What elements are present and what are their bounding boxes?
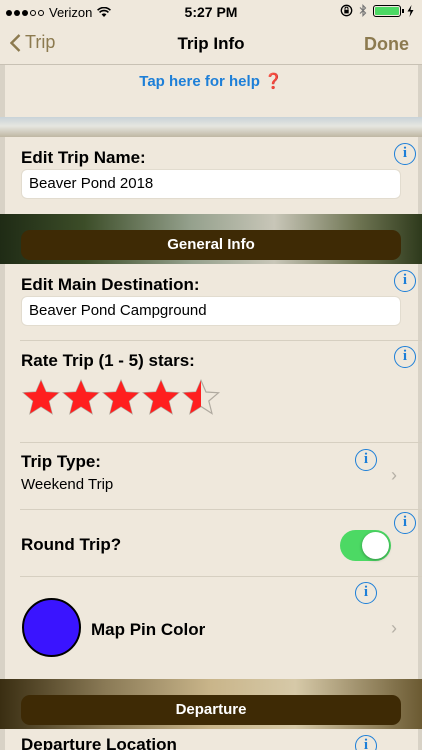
divider <box>20 340 422 341</box>
done-button[interactable]: Done <box>364 34 409 55</box>
destination-field[interactable]: Beaver Pond Campground <box>21 296 401 326</box>
round-trip-label: Round Trip? <box>21 535 122 554</box>
right-edge <box>418 65 422 750</box>
help-link-text: Tap here for help <box>139 73 260 90</box>
departure-header: Departure <box>21 695 401 725</box>
details-section <box>5 264 418 748</box>
map-pin-label: Map Pin Color <box>91 620 206 639</box>
scenic-banner <box>0 117 422 137</box>
trip-info-screen: Verizon 5:27 PM Trip Trip Info Done Tap … <box>0 0 422 750</box>
round-trip-info-icon[interactable]: i <box>394 512 416 534</box>
rotation-lock-icon <box>340 4 353 17</box>
round-trip-toggle[interactable] <box>340 530 391 561</box>
star-icon[interactable] <box>61 379 101 417</box>
divider <box>20 442 422 443</box>
star-icon[interactable] <box>141 379 181 417</box>
trip-type-label: Trip Type: <box>21 452 101 471</box>
bluetooth-icon <box>359 4 367 17</box>
star-rating[interactable] <box>21 379 221 417</box>
star-icon[interactable] <box>101 379 141 417</box>
help-link[interactable]: Tap here for help ❓ <box>0 72 422 90</box>
trip-type-value: Weekend Trip <box>21 476 114 493</box>
departure-info-icon[interactable]: i <box>355 735 377 750</box>
trip-name-info-icon[interactable]: i <box>394 143 416 165</box>
map-pin-color-swatch[interactable] <box>22 598 81 657</box>
star-icon[interactable] <box>181 379 221 417</box>
trip-type-chevron-icon[interactable]: › <box>391 465 397 486</box>
status-bar: Verizon 5:27 PM <box>0 0 422 24</box>
charging-icon <box>407 4 414 17</box>
departure-location-label: Departure Location <box>21 735 177 750</box>
battery-icon <box>373 4 404 17</box>
divider <box>20 509 422 510</box>
trip-name-field[interactable]: Beaver Pond 2018 <box>21 169 401 199</box>
toggle-knob <box>362 532 389 559</box>
trip-name-label: Edit Trip Name: <box>21 148 146 167</box>
rating-label: Rate Trip (1 - 5) stars: <box>21 351 195 370</box>
page-title: Trip Info <box>177 34 245 53</box>
divider <box>20 576 422 577</box>
destination-info-icon[interactable]: i <box>394 270 416 292</box>
map-pin-chevron-icon[interactable]: › <box>391 618 397 639</box>
map-pin-info-icon[interactable]: i <box>355 582 377 604</box>
general-info-header: General Info <box>21 230 401 260</box>
star-icon[interactable] <box>21 379 61 417</box>
destination-label: Edit Main Destination: <box>21 275 200 294</box>
rating-info-icon[interactable]: i <box>394 346 416 368</box>
question-icon: ❓ <box>264 73 283 90</box>
status-icons <box>340 4 414 17</box>
trip-type-info-icon[interactable]: i <box>355 449 377 471</box>
navigation-bar: Trip Trip Info Done <box>0 24 422 65</box>
